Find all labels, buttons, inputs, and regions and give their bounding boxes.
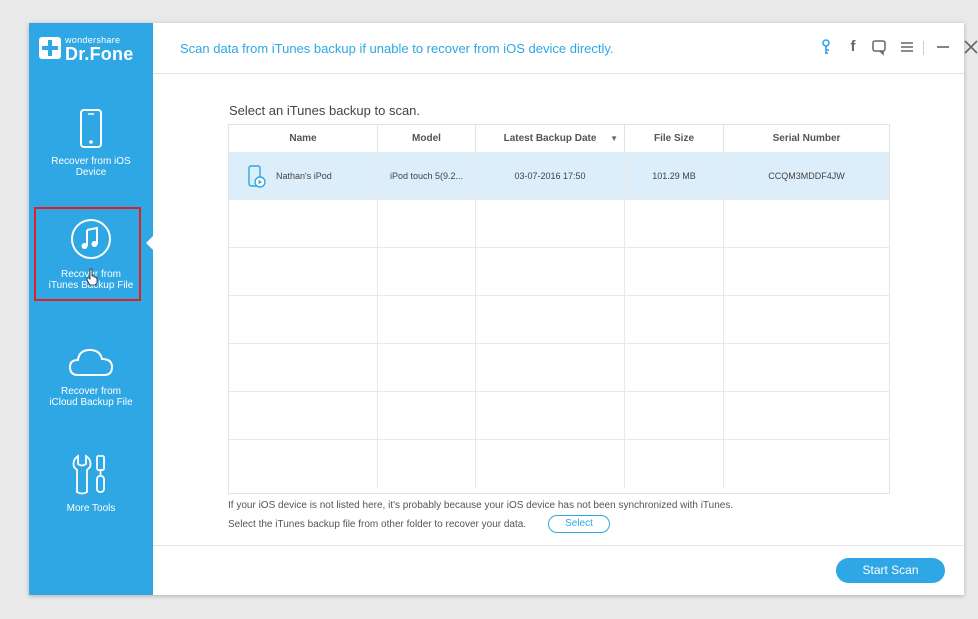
sidebar-label-line1: Recover from [60,386,121,397]
empty-row [229,440,889,488]
table-header: Name Model Latest Backup Date ▼ File Siz… [229,125,889,153]
cell-date: 03-07-2016 17:50 [476,152,625,200]
header-message: Scan data from iTunes backup if unable t… [180,41,614,56]
cell-name: Nathan's iPod [229,152,378,200]
select-button[interactable]: Select [548,515,610,533]
sidebar: wondershare Dr.Fone Recover from iOS Dev… [29,23,153,595]
empty-row [229,296,889,344]
column-header-date-label: Latest Backup Date [503,133,597,144]
facebook-icon[interactable]: f [844,38,862,56]
bottom-bar: Start Scan [153,545,964,596]
cell-model: iPod touch 5(9.2... [378,152,476,200]
key-icon[interactable] [817,38,835,56]
phone-icon [80,109,102,148]
cell-size: 101.29 MB [625,152,724,200]
minimize-icon[interactable] [934,38,952,56]
app-window: wondershare Dr.Fone Recover from iOS Dev… [29,23,978,596]
select-folder-note: Select the iTunes backup file from other… [228,519,527,530]
sidebar-label-line1: More Tools [66,503,116,514]
empty-row [229,248,889,296]
start-scan-button[interactable]: Start Scan [836,558,945,583]
sidebar-item-recover-ios[interactable]: Recover from iOS Device [29,101,153,211]
feedback-icon[interactable] [870,38,888,56]
column-header-date[interactable]: Latest Backup Date ▼ [476,125,625,152]
column-header-model[interactable]: Model [378,125,476,152]
not-listed-note: If your iOS device is not listed here, i… [228,500,734,511]
header-separator [923,41,924,55]
hand-cursor-icon [86,268,98,286]
backup-table: Name Model Latest Backup Date ▼ File Siz… [228,124,890,494]
empty-row [229,200,889,248]
empty-row [229,344,889,392]
close-icon[interactable] [962,38,978,56]
brand-name: Dr.Fone [65,44,134,64]
column-header-name[interactable]: Name [229,125,378,152]
sidebar-item-recover-icloud[interactable]: Recover from iCloud Backup File [29,333,153,443]
column-header-serial[interactable]: Serial Number [724,125,889,152]
app-logo: wondershare Dr.Fone [39,35,149,75]
sidebar-label-line2: iCloud Backup File [49,397,133,408]
table-row[interactable]: Nathan's iPod iPod touch 5(9.2... 03-07-… [229,152,889,200]
column-header-size[interactable]: File Size [625,125,724,152]
active-item-highlight [34,207,141,301]
logo-plus-icon [39,37,61,59]
sidebar-item-more-tools[interactable]: More Tools [29,448,153,558]
tools-icon [72,454,105,495]
menu-icon[interactable] [898,38,916,56]
sidebar-label-line2: Device [75,167,107,178]
sidebar-label-line1: Recover from iOS [51,156,131,167]
cloud-icon [68,348,114,376]
active-item-pointer [146,236,153,250]
empty-row [229,392,889,440]
cell-serial: CCQM3MDDF4JW [768,171,845,181]
content-title: Select an iTunes backup to scan. [229,103,421,118]
sort-down-icon: ▼ [610,134,618,143]
header-bar: Scan data from iTunes backup if unable t… [153,23,978,74]
